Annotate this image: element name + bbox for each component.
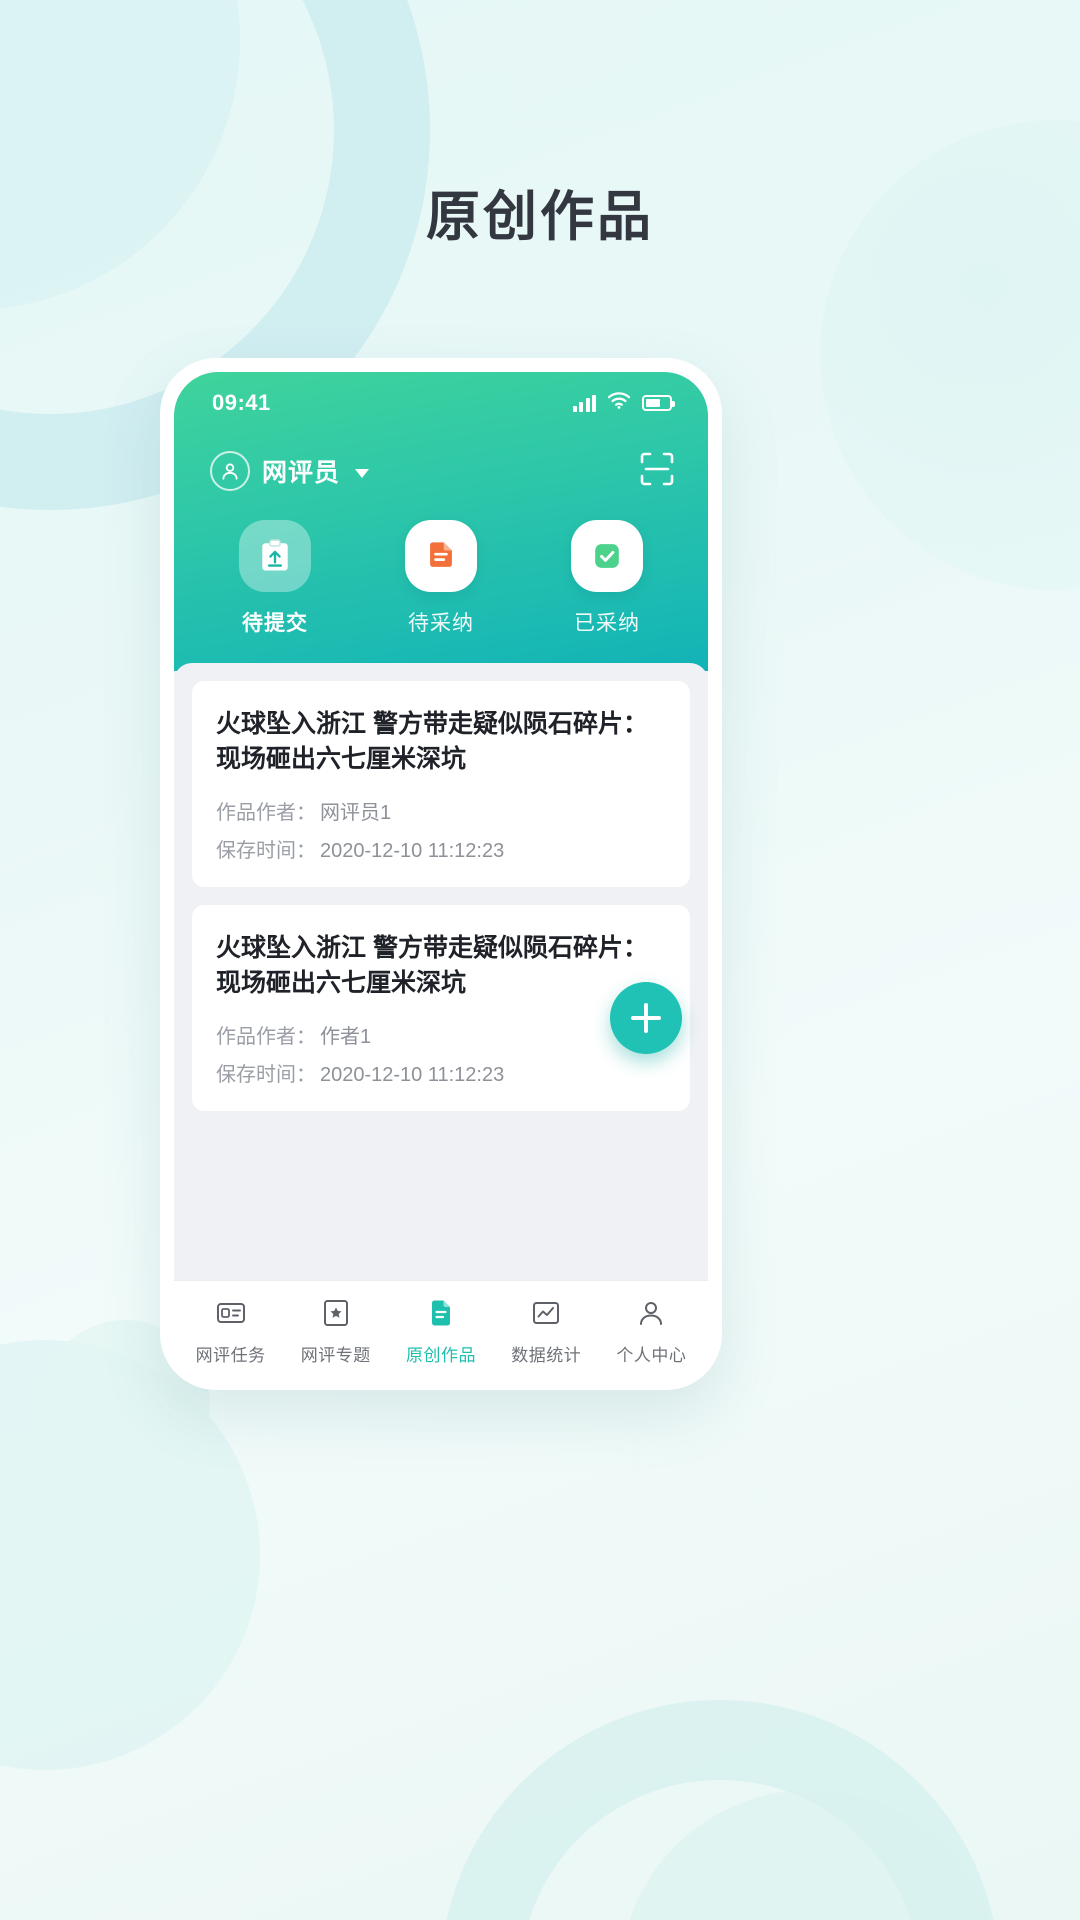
document-icon	[425, 1297, 457, 1334]
signal-bars-icon	[572, 394, 596, 412]
add-work-fab[interactable]	[610, 982, 682, 1054]
work-author-value: 网评员1	[320, 802, 392, 824]
task-list-icon	[215, 1297, 247, 1334]
work-author-row: 作品作者： 网评员1	[216, 796, 666, 825]
nav-label: 原创作品	[406, 1346, 476, 1365]
phone-mockup: 09:41 网评员 待提交 待采纳 已采纳 火球坠入浙江 警方带走疑似陨石碎片：…	[160, 358, 722, 1390]
status-time: 09:41	[212, 390, 271, 415]
tab-label: 待采纳	[408, 612, 474, 635]
work-time-label: 保存时间：	[216, 840, 316, 862]
nav-item-tasks[interactable]: 网评任务	[178, 1297, 283, 1366]
work-time-value: 2020-12-10 11:12:23	[320, 1064, 505, 1086]
nav-label: 个人中心	[616, 1346, 687, 1365]
caret-down-icon	[355, 468, 370, 478]
tab-adopted[interactable]: 已采纳	[524, 520, 690, 637]
bottom-navigation: 网评任务 网评专题 原创作品 数据统计 个人中心	[174, 1280, 708, 1376]
nav-item-topics[interactable]: 网评专题	[283, 1297, 388, 1366]
orange-document-icon	[405, 520, 477, 592]
work-time-row: 保存时间： 2020-12-10 11:12:23	[216, 1058, 666, 1087]
user-name: 网评员	[262, 459, 341, 487]
tab-pending-adopt[interactable]: 待采纳	[358, 520, 524, 637]
header-nav-row: 网评员	[174, 434, 708, 508]
content-area: 火球坠入浙江 警方带走疑似陨石碎片： 现场砸出六七厘米深坑 作品作者： 网评员1…	[174, 663, 708, 1280]
tab-pending-submit[interactable]: 待提交	[192, 520, 358, 679]
work-card[interactable]: 火球坠入浙江 警方带走疑似陨石碎片： 现场砸出六七厘米深坑 作品作者： 网评员1…	[192, 681, 690, 887]
status-bar: 09:41	[174, 372, 708, 434]
star-badge-icon	[320, 1297, 352, 1334]
status-icons	[572, 392, 675, 414]
user-avatar-icon	[210, 451, 250, 491]
nav-label: 网评专题	[300, 1346, 371, 1365]
battery-icon	[642, 395, 675, 411]
page-title: 原创作品	[426, 187, 654, 247]
work-time-value: 2020-12-10 11:12:23	[320, 840, 505, 862]
app-header: 09:41 网评员 待提交 待采纳 已采纳	[174, 372, 708, 679]
work-time-label: 保存时间：	[216, 1064, 316, 1086]
nav-item-original-works[interactable]: 原创作品	[388, 1297, 493, 1366]
wifi-icon	[607, 392, 631, 414]
nav-item-profile[interactable]: 个人中心	[599, 1297, 704, 1366]
user-switcher[interactable]: 网评员	[210, 451, 370, 491]
work-author-row: 作品作者： 作者1	[216, 1020, 666, 1049]
tab-label: 待提交	[242, 612, 308, 635]
work-title: 火球坠入浙江 警方带走疑似陨石碎片： 现场砸出六七厘米深坑	[216, 710, 648, 773]
plus-icon-vertical	[644, 1003, 648, 1033]
nav-label: 数据统计	[511, 1346, 582, 1365]
work-author-label: 作品作者：	[216, 1026, 316, 1048]
work-title: 火球坠入浙江 警方带走疑似陨石碎片： 现场砸出六七厘米深坑	[216, 934, 648, 997]
work-author-label: 作品作者：	[216, 802, 316, 824]
work-author-value: 作者1	[320, 1026, 372, 1048]
green-check-icon	[571, 520, 643, 592]
scan-qr-icon[interactable]	[638, 450, 676, 493]
phone-screen: 09:41 网评员 待提交 待采纳 已采纳 火球坠入浙江 警方带走疑似陨石碎片：…	[174, 372, 708, 1376]
work-time-row: 保存时间： 2020-12-10 11:12:23	[216, 834, 666, 863]
chart-icon	[530, 1297, 562, 1334]
clipboard-upload-icon	[239, 520, 311, 592]
category-tabs: 待提交 待采纳 已采纳	[174, 508, 708, 679]
nav-item-statistics[interactable]: 数据统计	[494, 1297, 599, 1366]
person-icon	[635, 1297, 667, 1334]
nav-label: 网评任务	[195, 1346, 266, 1365]
tab-label: 已采纳	[574, 612, 640, 635]
